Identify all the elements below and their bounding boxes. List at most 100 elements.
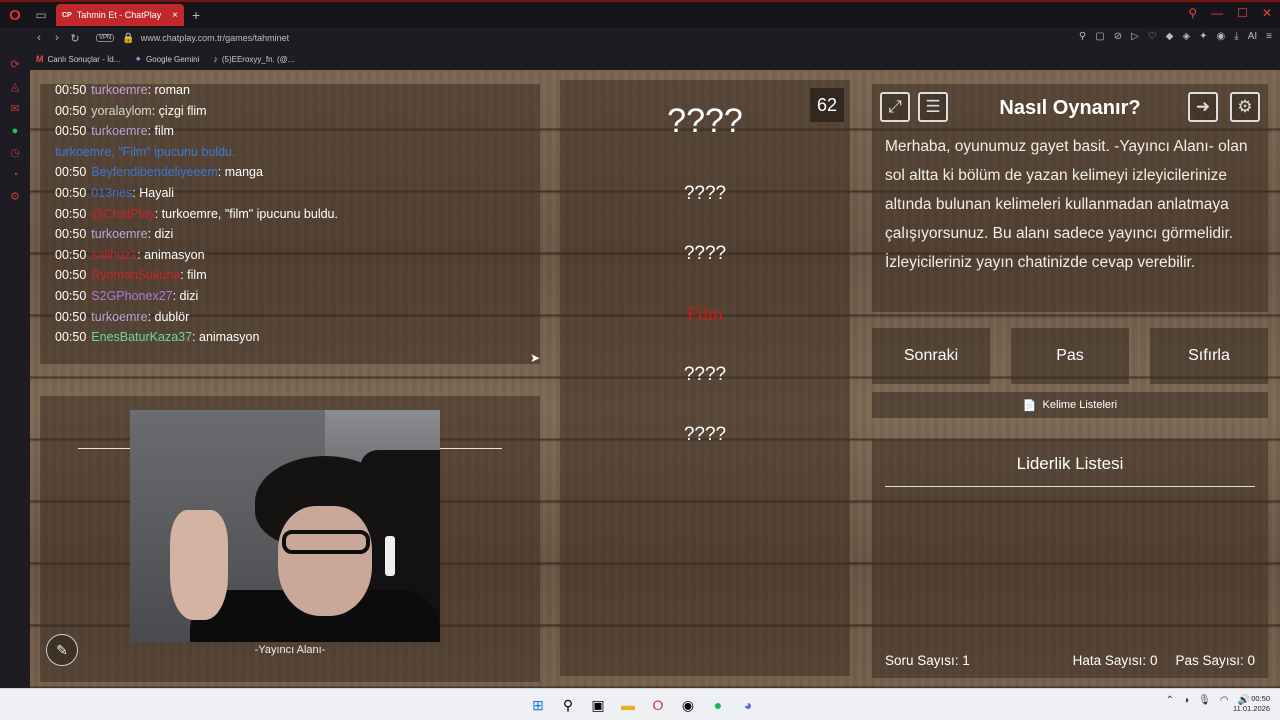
mic-icon[interactable]: 🎙 (1198, 695, 1211, 706)
whatsapp-icon[interactable]: ● (0, 120, 30, 142)
forward-icon[interactable]: › (48, 32, 66, 44)
close-window-icon[interactable]: ✕ (1262, 6, 1272, 20)
ai-button[interactable]: AI (1248, 31, 1257, 42)
puzzle-icon[interactable]: ✦ (1199, 31, 1207, 42)
pencil-icon[interactable]: ✎ (46, 634, 78, 666)
sync-icon[interactable]: ⟳ (0, 54, 30, 76)
chat-timestamp: 00:50 (55, 247, 87, 262)
task-view-icon[interactable]: ▣ (586, 693, 610, 717)
aria-icon[interactable]: ◬ (0, 76, 30, 98)
profile-icon[interactable]: ◉ (1217, 31, 1226, 42)
chat-username[interactable]: EnesBaturKaza37 (91, 330, 192, 344)
word-lists-button[interactable]: 📄 Kelime Listeleri (872, 392, 1268, 418)
pass-button[interactable]: Pas (1011, 328, 1129, 384)
tab-list-icon[interactable]: ▭ (30, 8, 52, 22)
back-icon[interactable]: ‹ (30, 32, 48, 44)
wifi-icon[interactable]: ◠ (1220, 695, 1229, 706)
chat-timestamp: 00:50 (55, 124, 87, 139)
how-icons-left: ⤢ ☰ (880, 92, 948, 122)
chevron-up-icon[interactable]: ⌃ (1166, 695, 1174, 706)
taskbar: ⊞ ⚲ ▣ ▬ O ◉ ● ◕ ⌃ ◑ 🎙 ◠ 🔊 00:50 11.01.20… (0, 688, 1280, 720)
maximize-icon[interactable]: ☐ (1237, 6, 1248, 20)
download-icon[interactable]: ⤓ (1234, 31, 1238, 42)
browser-tab[interactable]: CP Tahmin Et - ChatPlay × (56, 4, 184, 26)
spotify-icon[interactable]: ● (706, 693, 730, 717)
menu-icon[interactable]: ≡ (1266, 31, 1272, 42)
chat-message: 00:50 @ChatPlay: turkoemre, "film" ipucun… (55, 204, 540, 225)
exit-icon[interactable]: ➜ (1188, 92, 1218, 122)
chat-username[interactable]: yoralaylom (91, 104, 151, 118)
discord-icon[interactable]: ◕ (736, 693, 760, 717)
messenger-icon[interactable]: ✉ (0, 98, 30, 120)
app-icon[interactable]: ◉ (676, 693, 700, 717)
fullscreen-icon[interactable]: ⤢ (880, 92, 910, 122)
tab-favicon: CP (62, 11, 72, 19)
word-slot: ???? (683, 364, 727, 385)
chat-message: 00:50 salihuz1: animasyon (55, 245, 540, 266)
chat-username[interactable]: salihuz1 (91, 248, 137, 262)
word-lists-label: Kelime Listeleri (1042, 399, 1118, 411)
chat-username[interactable]: Beyfendibendeliyeeem (91, 165, 217, 179)
chat-text: : animasyon (192, 330, 260, 345)
chat-message: 00:50 S2GPhonex27: dizi (55, 286, 540, 307)
pin-icon[interactable]: ⚲ (1079, 31, 1086, 42)
next-button[interactable]: Sonraki (872, 328, 990, 384)
network-icon[interactable]: ◑ (1183, 695, 1189, 706)
chat-username[interactable]: @ChatPlay (91, 207, 154, 221)
new-tab-button[interactable]: + (192, 7, 200, 23)
history-icon[interactable]: ◷ (0, 142, 30, 164)
settings-gear-icon[interactable]: ⚙ (1230, 92, 1260, 122)
browser-tab-bar: O ▭ CP Tahmin Et - ChatPlay × + ⚲ — ☐ ✕ (0, 0, 1280, 28)
minimize-icon[interactable]: — (1211, 6, 1223, 20)
reset-button[interactable]: Sıfırla (1150, 328, 1268, 384)
extension-2-icon[interactable]: ◈ (1182, 31, 1190, 42)
chat-text: : Hayali (132, 185, 174, 200)
heart-icon[interactable]: ♡ (1148, 31, 1157, 42)
chat-username[interactable]: RyomanSukuna (91, 268, 180, 282)
search-icon[interactable]: ⚲ (556, 693, 580, 717)
bookmark-item[interactable]: M Canlı Sonuçlar - İd... (36, 54, 120, 64)
opera-gx-icon[interactable]: O (646, 693, 670, 717)
chat-timestamp: 00:50 (55, 227, 87, 242)
chat-username[interactable]: 013nes (91, 186, 132, 200)
chat-text: : film (147, 124, 174, 139)
document-icon[interactable]: ☰ (918, 92, 948, 122)
chat-username[interactable]: turkoemre, "Film" ipucunu buldu. (55, 145, 235, 159)
music-icon[interactable]: ◔ (0, 164, 30, 186)
chat-text: : roman (147, 84, 190, 97)
word-slot: ???? (667, 102, 743, 140)
chat-timestamp: 00:50 (55, 309, 87, 324)
chat-message: 00:50 turkoemre: dublör (55, 307, 540, 328)
chat-message: 00:50 turkoemre: dizi (55, 224, 540, 245)
bookmarks-bar: M Canlı Sonuçlar - İd... ✦ Google Gemini… (0, 48, 1280, 70)
lock-icon: 🔒 (122, 32, 135, 44)
chat-username[interactable]: turkoemre (91, 124, 147, 138)
bookmark-item[interactable]: ✦ Google Gemini (134, 54, 199, 65)
adblock-icon[interactable]: ⊘ (1114, 31, 1122, 42)
window-controls: ⚲ — ☐ ✕ (1188, 6, 1272, 20)
windows-start-icon[interactable]: ⊞ (526, 693, 550, 717)
search-tabs-icon[interactable]: ⚲ (1188, 6, 1197, 20)
bookmark-label: (5)EEroxyy_fn. (@... (221, 54, 295, 64)
chat-text: : film (180, 268, 207, 283)
opera-logo-icon[interactable]: O (0, 2, 30, 28)
vpn-badge[interactable]: VPN (96, 34, 115, 42)
bookmark-item[interactable]: ♪ (5)EEroxyy_fn. (@... (213, 54, 294, 64)
snapshot-icon[interactable]: ▢ (1095, 31, 1104, 42)
play-icon[interactable]: ▷ (1131, 31, 1139, 42)
settings-icon[interactable]: ⚙ (0, 186, 30, 208)
extension-icon[interactable]: ◆ (1166, 31, 1174, 42)
chat-username[interactable]: turkoemre (91, 310, 147, 324)
chat-username[interactable]: turkoemre (91, 84, 147, 97)
word-column: 62 ???? ???? ???? Film ???? ???? (560, 80, 850, 676)
close-tab-icon[interactable]: × (172, 10, 178, 21)
file-explorer-icon[interactable]: ▬ (616, 693, 640, 717)
clock[interactable]: 00:50 11.01.2026 (1233, 694, 1270, 714)
reload-icon[interactable]: ↻ (66, 32, 84, 45)
chat-username[interactable]: turkoemre (91, 227, 147, 241)
url-field[interactable]: www.chatplay.com.tr/games/tahminet (141, 33, 289, 43)
how-icons-right: ➜ ⚙ (1188, 92, 1260, 122)
m-icon: M (36, 54, 44, 64)
chat-username[interactable]: S2GPhonex27 (91, 289, 172, 303)
chat-text: : dizi (147, 227, 174, 242)
